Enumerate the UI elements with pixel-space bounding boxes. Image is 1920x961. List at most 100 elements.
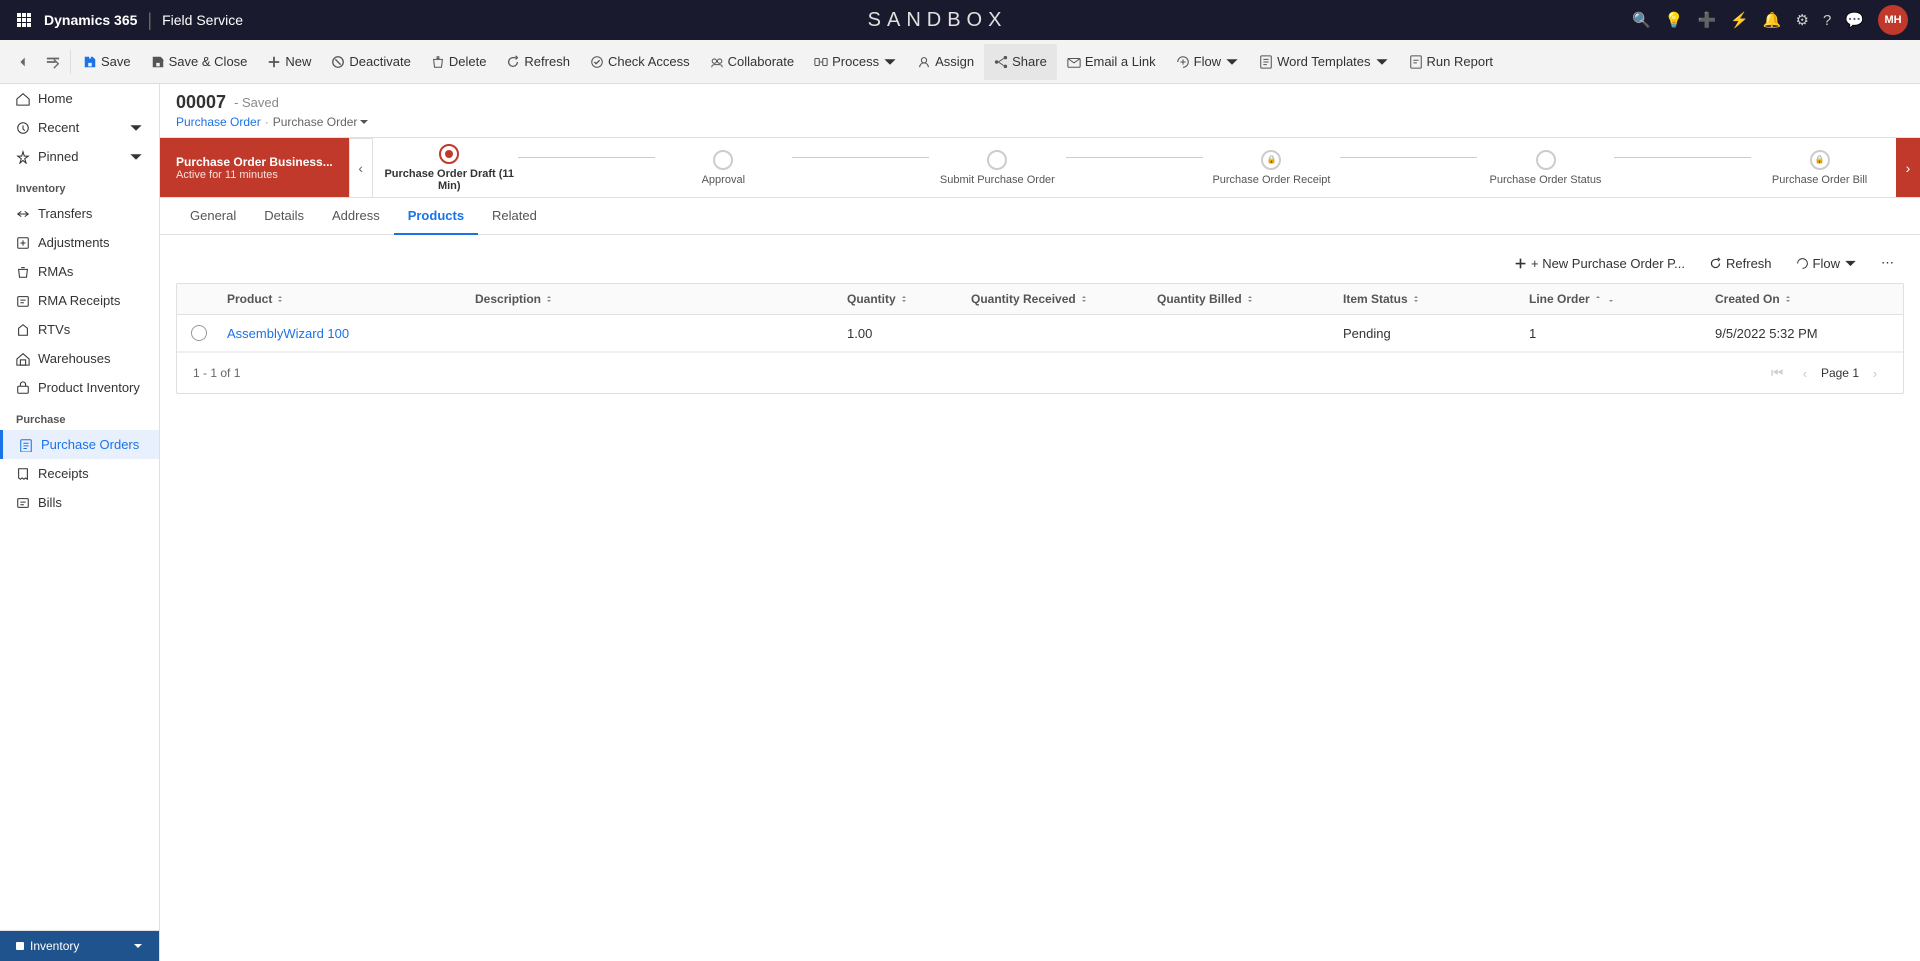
back-button[interactable]	[8, 47, 38, 77]
lightbulb-icon[interactable]: 💡	[1665, 11, 1684, 29]
settings-icon[interactable]: ⚙	[1796, 11, 1809, 29]
active-stage[interactable]: Purchase Order Business... Active for 11…	[160, 138, 349, 197]
pf-stages: Purchase Order Draft (11 Min) Approval S…	[373, 144, 1896, 192]
pf-stage-6[interactable]: 🔒 Purchase Order Bill	[1751, 150, 1888, 186]
plus-icon[interactable]: ➕	[1697, 11, 1716, 29]
save-button[interactable]: Save	[73, 44, 141, 80]
sidebar-item-rtvs[interactable]: RTVs	[0, 315, 159, 344]
content-area: 00007 - Saved Purchase Order · Purchase …	[160, 84, 1920, 961]
pf-stage-1[interactable]: Purchase Order Draft (11 Min)	[381, 144, 518, 192]
tab-general[interactable]: General	[176, 198, 250, 235]
help-icon[interactable]: ?	[1823, 12, 1831, 29]
forward-button[interactable]	[38, 47, 68, 77]
sidebar-item-product-inventory[interactable]: Product Inventory	[0, 373, 159, 402]
row-product-cell[interactable]: AssemblyWizard 100	[221, 316, 469, 351]
col-header-product[interactable]: Product	[221, 284, 469, 314]
sidebar-item-rma-receipts[interactable]: RMA Receipts	[0, 286, 159, 315]
products-refresh-button[interactable]: Refresh	[1699, 252, 1782, 275]
row-qty-billed-cell	[1151, 323, 1337, 343]
row-check-cell[interactable]	[185, 315, 221, 351]
pagination-first[interactable]: ⏮	[1765, 361, 1789, 385]
grid-menu-button[interactable]	[12, 8, 36, 32]
assign-button[interactable]: Assign	[907, 44, 984, 80]
breadcrumb-part1: Purchase Order	[176, 115, 261, 129]
run-report-button[interactable]: Run Report	[1399, 44, 1503, 80]
products-flow-button[interactable]: Flow	[1786, 252, 1867, 275]
products-toolbar: + New Purchase Order P... Refresh Flow ⋯	[176, 251, 1904, 275]
sidebar-item-pinned[interactable]: Pinned	[0, 142, 159, 171]
record-header: 00007 - Saved Purchase Order · Purchase …	[160, 84, 1920, 138]
sidebar-bottom-module[interactable]: Inventory	[0, 930, 159, 961]
pagination-next[interactable]: ›	[1863, 361, 1887, 385]
pf-stage-label-2: Approval	[702, 174, 745, 186]
pf-stage-2[interactable]: Approval	[655, 150, 792, 186]
main-layout: Home Recent Pinned Inventory Transfers A…	[0, 84, 1920, 961]
tab-details[interactable]: Details	[250, 198, 318, 235]
filter-icon[interactable]: ⚡	[1730, 11, 1749, 29]
delete-button[interactable]: Delete	[421, 44, 497, 80]
grid-header: Product Description Quantity Quantity Re…	[177, 284, 1903, 315]
sidebar-item-adjustments[interactable]: Adjustments	[0, 228, 159, 257]
col-header-item-status[interactable]: Item Status	[1337, 284, 1523, 314]
tab-related[interactable]: Related	[478, 198, 551, 235]
refresh-button[interactable]: Refresh	[496, 44, 580, 80]
pagination: ⏮ ‹ Page 1 ›	[1765, 361, 1887, 385]
col-header-line-order[interactable]: Line Order	[1523, 284, 1709, 314]
collaborate-button[interactable]: Collaborate	[700, 44, 805, 80]
pf-stage-label-6: Purchase Order Bill	[1772, 174, 1867, 186]
pf-connector-1	[518, 157, 655, 158]
col-header-created-on[interactable]: Created On	[1709, 284, 1895, 314]
col-header-qty-received[interactable]: Quantity Received	[965, 284, 1151, 314]
sidebar-bottom-icon	[16, 942, 24, 950]
user-avatar[interactable]: MH	[1878, 5, 1908, 35]
products-more-button[interactable]: ⋯	[1871, 251, 1904, 275]
active-stage-sub: Active for 11 minutes	[176, 169, 333, 181]
new-button[interactable]: New	[257, 44, 321, 80]
sidebar-item-recent[interactable]: Recent	[0, 113, 159, 142]
email-link-button[interactable]: Email a Link	[1057, 44, 1166, 80]
word-templates-button[interactable]: Word Templates	[1249, 44, 1398, 80]
sidebar-item-bills[interactable]: Bills	[0, 488, 159, 517]
tab-products[interactable]: Products	[394, 198, 478, 235]
save-close-button[interactable]: Save & Close	[141, 44, 258, 80]
pf-stage-3[interactable]: Submit Purchase Order	[929, 150, 1066, 186]
breadcrumb-part2-dropdown[interactable]: Purchase Order	[273, 115, 370, 129]
col-header-description[interactable]: Description	[469, 284, 841, 314]
breadcrumb-part2: Purchase Order	[273, 115, 358, 129]
home-label: Home	[38, 91, 73, 106]
bell-icon[interactable]: 🔔	[1763, 11, 1782, 29]
pf-connector-4	[1340, 157, 1477, 158]
check-access-button[interactable]: Check Access	[580, 44, 700, 80]
inventory-section-title: Inventory	[0, 171, 159, 199]
brand-label[interactable]: Dynamics 365	[44, 12, 137, 28]
record-id: 00007	[176, 92, 226, 113]
new-purchase-order-button[interactable]: + New Purchase Order P...	[1504, 252, 1695, 275]
sidebar-item-receipts[interactable]: Receipts	[0, 459, 159, 488]
sidebar-item-rmas[interactable]: RMAs	[0, 257, 159, 286]
sidebar-item-warehouses[interactable]: Warehouses	[0, 344, 159, 373]
col-header-quantity[interactable]: Quantity	[841, 284, 965, 314]
pf-stage-circle-1	[439, 144, 459, 164]
col-header-qty-billed[interactable]: Quantity Billed	[1151, 284, 1337, 314]
sidebar-item-home[interactable]: Home	[0, 84, 159, 113]
deactivate-button[interactable]: Deactivate	[321, 44, 420, 80]
sidebar-item-purchase-orders[interactable]: Purchase Orders	[0, 430, 159, 459]
pf-stage-4[interactable]: 🔒 Purchase Order Receipt	[1203, 150, 1340, 186]
row-checkbox[interactable]	[191, 325, 207, 341]
pagination-prev[interactable]: ‹	[1793, 361, 1817, 385]
pf-left-arrow[interactable]: ‹	[349, 138, 373, 198]
search-icon[interactable]: 🔍	[1632, 11, 1651, 29]
tab-address[interactable]: Address	[318, 198, 394, 235]
pf-stage-label-3: Submit Purchase Order	[940, 174, 1055, 186]
flow-button[interactable]: Flow	[1166, 44, 1249, 80]
brand-area: Dynamics 365 | Field Service	[44, 10, 243, 31]
process-button[interactable]: Process	[804, 44, 907, 80]
tabs-bar: General Details Address Products Related	[160, 198, 1920, 235]
share-button[interactable]: Share	[984, 44, 1057, 80]
module-label[interactable]: Field Service	[162, 12, 243, 28]
pf-right-arrow[interactable]: ›	[1896, 138, 1920, 198]
pf-stage-label-1: Purchase Order Draft (11 Min)	[381, 168, 518, 192]
feedback-icon[interactable]: 💬	[1845, 11, 1864, 29]
pf-stage-5[interactable]: Purchase Order Status	[1477, 150, 1614, 186]
sidebar-item-transfers[interactable]: Transfers	[0, 199, 159, 228]
